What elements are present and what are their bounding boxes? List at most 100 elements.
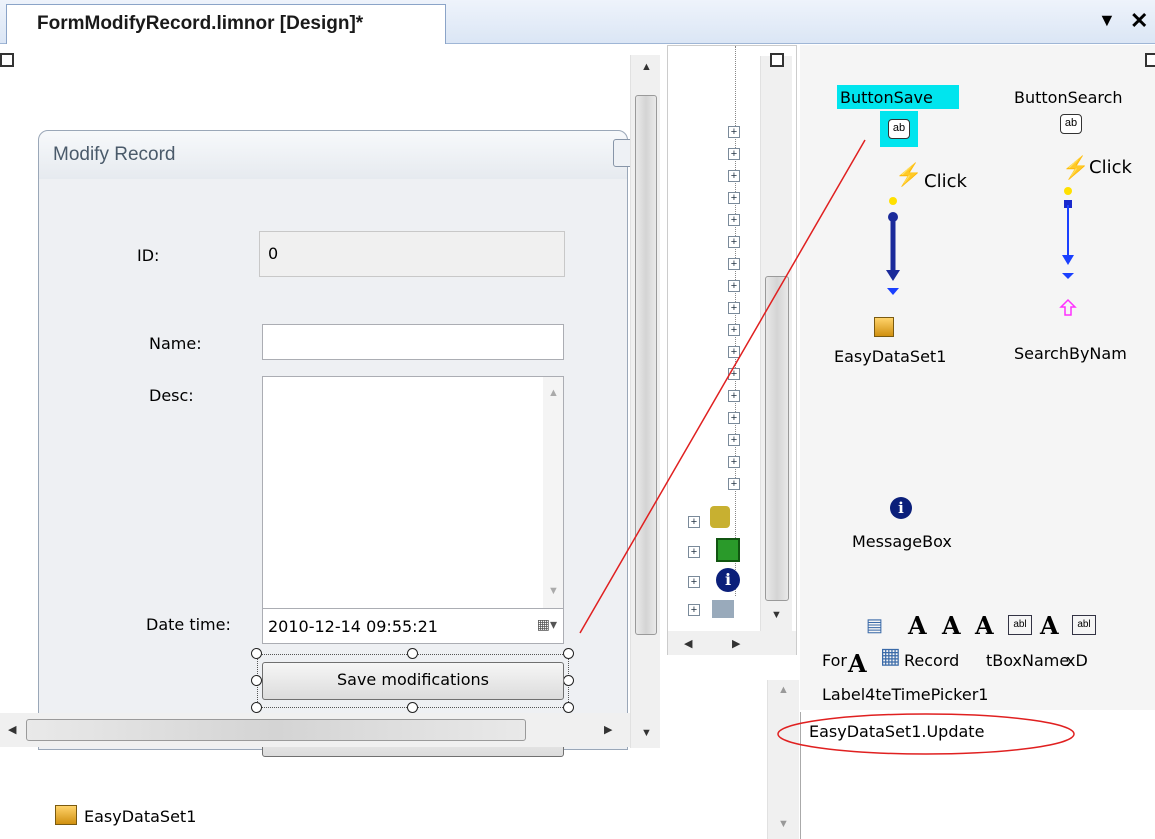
action-list-panel: EasyDataSet1.Update xyxy=(777,712,1155,839)
row-label-form[interactable]: For xyxy=(822,651,847,670)
datetime-picker[interactable]: 2010-12-14 09:55:21 ▦▾ xyxy=(262,608,564,644)
textbox-icon[interactable]: abl xyxy=(1008,615,1032,635)
flow-arrowhead xyxy=(1062,255,1074,265)
resize-handle[interactable] xyxy=(251,702,262,713)
scroll-up-icon[interactable]: ▲ xyxy=(641,61,652,73)
expand-icon[interactable]: + xyxy=(728,390,740,402)
expand-icon[interactable]: + xyxy=(728,434,740,446)
component-icon xyxy=(712,600,734,618)
resize-handle[interactable] xyxy=(563,675,574,686)
scroll-up-icon[interactable]: ▲ xyxy=(548,387,559,399)
expand-icon[interactable]: + xyxy=(728,478,740,490)
easydataset1-node[interactable]: EasyDataSet1 xyxy=(834,347,946,366)
expand-icon[interactable]: + xyxy=(688,604,700,616)
row-label-label4[interactable]: Label4teTimePicker1 xyxy=(822,685,988,704)
name-field[interactable] xyxy=(262,324,564,360)
save-modifications-button[interactable]: Save modifications xyxy=(262,662,564,700)
expand-icon[interactable]: + xyxy=(728,368,740,380)
tray-easydataset1[interactable]: EasyDataSet1 xyxy=(84,807,196,826)
info-icon: i xyxy=(890,497,912,519)
form-window[interactable]: Modify Record ID: 0 Name: Desc: ▲ ▼ Date… xyxy=(38,130,643,757)
tree-horizontal-scrollbar[interactable]: ◀ ▶ xyxy=(668,631,796,655)
label-icon[interactable]: A xyxy=(908,611,927,640)
form-title-bar: Modify Record xyxy=(39,131,627,179)
scroll-down-icon[interactable]: ▼ xyxy=(548,585,559,597)
designer-horizontal-scrollbar[interactable]: ◀ ▶ xyxy=(0,713,630,747)
row-label-textboxname[interactable]: tBoxName xyxy=(986,651,1069,670)
scroll-left-icon[interactable]: ◀ xyxy=(684,637,692,650)
datetimepicker-icon: ▦ xyxy=(880,643,901,668)
dataset-icon xyxy=(874,317,894,337)
event-map-canvas: ButtonSave ab ⚡ Click ButtonSearch ab ⚡ … xyxy=(770,45,1155,710)
desc-scrollbar[interactable]: ▲ ▼ xyxy=(543,377,563,611)
expand-icon[interactable]: + xyxy=(728,192,740,204)
label-icon[interactable]: A xyxy=(848,649,867,678)
scrollbar-thumb[interactable] xyxy=(765,276,789,601)
designer-resize-grip[interactable] xyxy=(0,53,14,67)
scroll-right-icon[interactable]: ▶ xyxy=(732,637,740,650)
expand-icon[interactable]: + xyxy=(728,456,740,468)
id-field[interactable]: 0 xyxy=(259,231,565,277)
expand-icon[interactable]: + xyxy=(688,516,700,528)
expand-icon[interactable]: + xyxy=(688,576,700,588)
expand-icon[interactable]: + xyxy=(728,214,740,226)
resize-handle[interactable] xyxy=(563,702,574,713)
scroll-right-icon[interactable]: ▶ xyxy=(604,723,612,736)
expand-icon[interactable]: + xyxy=(728,236,740,248)
action-highlight-ellipse xyxy=(777,713,1075,755)
datetime-value: 2010-12-14 09:55:21 xyxy=(268,617,438,636)
scrollbar-thumb[interactable] xyxy=(635,95,657,635)
expand-icon[interactable]: + xyxy=(688,546,700,558)
object-tree-panel: + + + + + + + + + + + + + + + + + + + + … xyxy=(667,45,797,655)
expand-icon[interactable]: + xyxy=(728,126,740,138)
resize-handle[interactable] xyxy=(407,648,418,659)
expand-icon[interactable]: + xyxy=(728,258,740,270)
scrollbar-thumb[interactable] xyxy=(26,719,526,741)
name-label: Name: xyxy=(149,334,202,353)
calendar-dropdown-icon[interactable]: ▦▾ xyxy=(537,616,557,633)
scroll-down-icon[interactable]: ▼ xyxy=(778,818,789,830)
label-icon[interactable]: A xyxy=(1040,611,1059,640)
resize-handle[interactable] xyxy=(563,648,574,659)
tab-formmodifyrecord[interactable]: FormModifyRecord.limnor [Design]* xyxy=(6,4,446,44)
searchbyname-node[interactable]: SearchByNam xyxy=(1014,344,1127,363)
messagebox-node[interactable]: MessageBox xyxy=(852,532,952,551)
expand-icon[interactable]: + xyxy=(728,412,740,424)
desc-textarea[interactable]: ▲ ▼ xyxy=(262,376,564,612)
flow-arrows xyxy=(886,187,1077,316)
row-label-xd[interactable]: xD xyxy=(1066,651,1088,670)
resize-handle[interactable] xyxy=(251,675,262,686)
expand-icon[interactable]: + xyxy=(728,148,740,160)
designer-vertical-scrollbar[interactable]: ▲ ▼ xyxy=(630,55,660,748)
desc-label: Desc: xyxy=(149,386,194,405)
expand-icon[interactable]: + xyxy=(728,302,740,314)
resize-handle[interactable] xyxy=(251,648,262,659)
label-icon[interactable]: A xyxy=(975,611,994,640)
scroll-up-icon[interactable]: ▲ xyxy=(778,684,789,696)
id-label: ID: xyxy=(137,246,160,265)
dataset-icon xyxy=(55,805,77,825)
id-value: 0 xyxy=(268,244,279,263)
document-tab-strip: FormModifyRecord.limnor [Design]* ▼ ✕ xyxy=(0,0,1155,44)
tab-dropdown-icon[interactable]: ▼ xyxy=(1098,10,1116,31)
scroll-down-icon[interactable]: ▼ xyxy=(771,609,782,621)
resize-handle[interactable] xyxy=(407,702,418,713)
tree-vertical-scrollbar[interactable]: ▼ xyxy=(760,56,792,631)
close-icon[interactable]: ✕ xyxy=(1130,8,1148,34)
expand-icon[interactable]: + xyxy=(728,280,740,292)
flow-arrowhead xyxy=(887,288,899,295)
flow-arrowhead xyxy=(1062,273,1074,279)
info-icon: i xyxy=(716,568,740,592)
expand-icon[interactable]: + xyxy=(728,170,740,182)
expand-icon[interactable]: + xyxy=(728,346,740,358)
flow-dot xyxy=(889,197,897,205)
scroll-down-icon[interactable]: ▼ xyxy=(641,727,652,739)
row-label-record[interactable]: Record xyxy=(904,651,959,670)
expand-icon[interactable]: + xyxy=(728,324,740,336)
flow-dot xyxy=(1064,187,1072,195)
textbox-icon[interactable]: abl xyxy=(1072,615,1096,635)
label-icon[interactable]: A xyxy=(942,611,961,640)
canvas-resize-grip[interactable] xyxy=(770,53,784,67)
scroll-left-icon[interactable]: ◀ xyxy=(8,723,16,736)
flow-arrowhead xyxy=(886,270,900,281)
